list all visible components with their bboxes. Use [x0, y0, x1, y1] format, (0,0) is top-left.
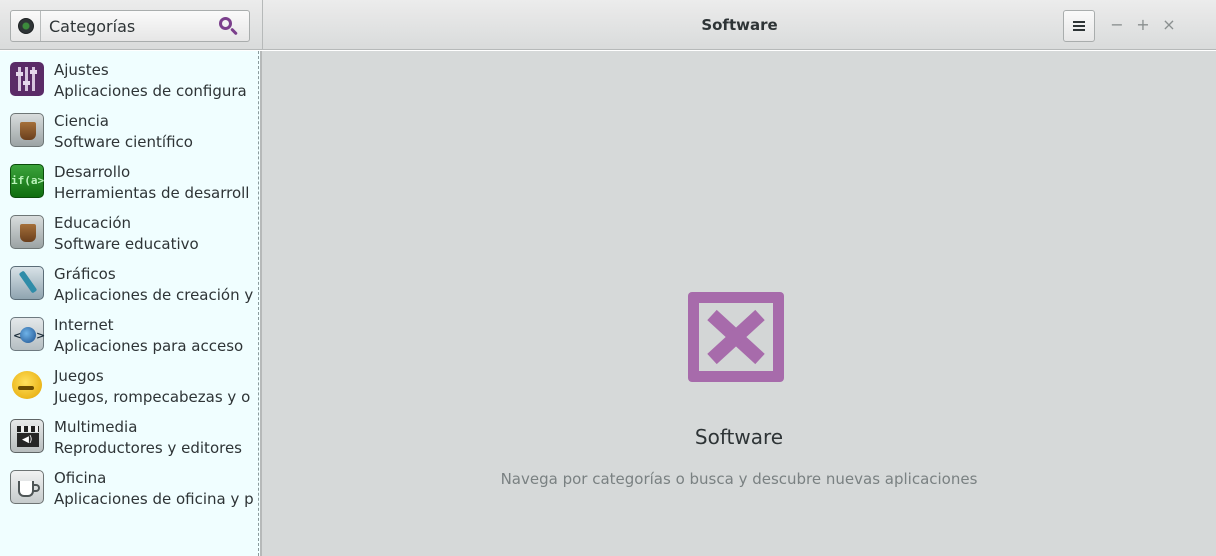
- developer-icon: if(a>: [10, 164, 44, 198]
- categories-label: Categorías: [49, 16, 136, 36]
- category-description: Reproductores y editores: [54, 439, 242, 457]
- close-button[interactable]: ×: [1158, 14, 1180, 36]
- flask-icon: [10, 215, 44, 249]
- internet-icon: < >: [10, 317, 45, 351]
- settings-icon: [10, 62, 44, 96]
- hamburger-menu-icon: [1073, 21, 1085, 31]
- empty-state-title: Software: [694, 425, 784, 449]
- multimedia-icon: ◀): [10, 419, 44, 453]
- category-name: Ajustes: [54, 61, 109, 79]
- category-description: Herramientas de desarroll: [54, 184, 250, 202]
- category-name: Oficina: [54, 469, 107, 487]
- search-icon[interactable]: [217, 15, 239, 37]
- maximize-button[interactable]: +: [1132, 14, 1154, 36]
- software-window: Categorías Software − + × Ajustes Aplica…: [0, 0, 1216, 556]
- sidebar-dashed-divider: [258, 51, 259, 556]
- office-icon: [10, 470, 44, 504]
- category-description: Software científico: [54, 133, 193, 151]
- category-dot-icon: [18, 18, 34, 34]
- sidebar-item-oficina[interactable]: Oficina Aplicaciones de oficina y p: [0, 462, 258, 513]
- minimize-button[interactable]: −: [1106, 14, 1128, 36]
- games-icon: [10, 368, 44, 402]
- category-name: Educación: [54, 214, 132, 232]
- category-description: Aplicaciones de configura: [54, 82, 247, 100]
- title-bar: Software − + ×: [262, 0, 1216, 50]
- sidebar-item-internet[interactable]: < > Internet Aplicaciones para acceso: [0, 309, 258, 360]
- category-description: Aplicaciones de oficina y p: [54, 490, 254, 508]
- image-missing-icon: [688, 292, 784, 382]
- sidebar-item-juegos[interactable]: Juegos Juegos, rompecabezas y o: [0, 360, 258, 411]
- category-description: Software educativo: [54, 235, 199, 253]
- category-name: Internet: [54, 316, 114, 334]
- sidebar-header: Categorías: [0, 0, 262, 50]
- category-description: Juegos, rompecabezas y o: [54, 388, 251, 406]
- category-description: Aplicaciones de creación y: [54, 286, 254, 304]
- category-name: Desarrollo: [54, 163, 131, 181]
- button-separator: [40, 11, 41, 41]
- menu-button[interactable]: [1063, 10, 1095, 42]
- category-description: Aplicaciones para acceso: [54, 337, 244, 355]
- category-name: Juegos: [54, 367, 104, 385]
- sidebar-item-ciencia[interactable]: Ciencia Software científico: [0, 105, 258, 156]
- empty-state-subtitle: Navega por categorías o busca y descubre…: [500, 470, 978, 488]
- category-name: Multimedia: [54, 418, 138, 436]
- sidebar-item-graficos[interactable]: Gráficos Aplicaciones de creación y: [0, 258, 258, 309]
- sidebar-item-multimedia[interactable]: ◀) Multimedia Reproductores y editores: [0, 411, 258, 462]
- category-list: Ajustes Aplicaciones de configura Cienci…: [0, 51, 262, 556]
- flask-icon: [10, 113, 44, 147]
- category-name: Gráficos: [54, 265, 116, 283]
- sidebar-item-desarrollo[interactable]: if(a> Desarrollo Herramientas de desarro…: [0, 156, 258, 207]
- graphics-icon: [10, 266, 44, 300]
- sidebar-item-ajustes[interactable]: Ajustes Aplicaciones de configura: [0, 54, 258, 105]
- categories-button[interactable]: Categorías: [10, 10, 250, 42]
- sidebar-item-educacion[interactable]: Educación Software educativo: [0, 207, 258, 258]
- main-pane: Software Navega por categorías o busca y…: [262, 51, 1216, 556]
- category-name: Ciencia: [54, 112, 109, 130]
